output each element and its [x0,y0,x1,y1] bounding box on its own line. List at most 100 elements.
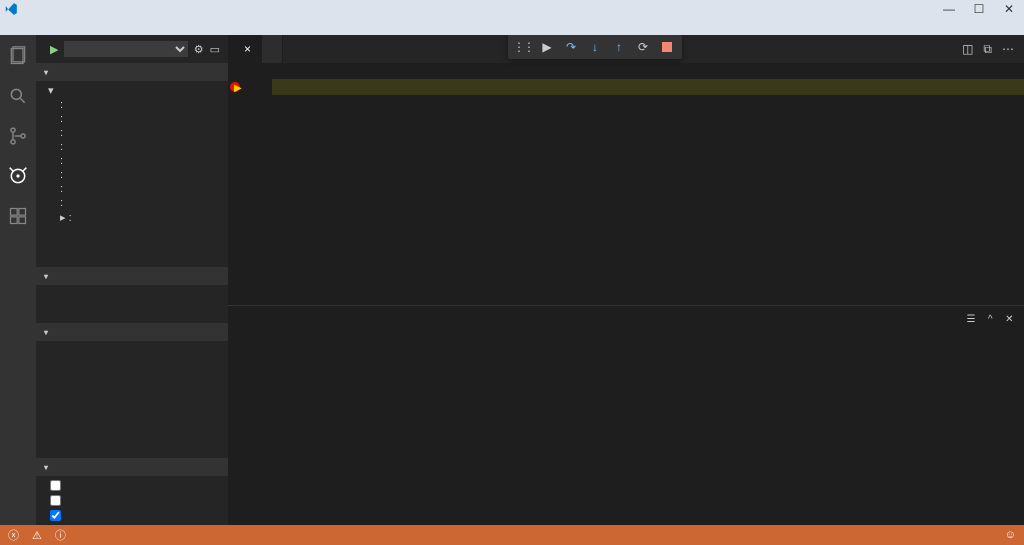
bottom-panel: ☰ ^ ✕ [228,305,1024,525]
vscode-logo-icon [4,2,18,16]
activity-bar [0,35,36,525]
status-right: ☺ [945,529,1016,541]
restart-button[interactable]: ⟳ [632,37,654,57]
breakpoints-section-header[interactable]: ▾ [36,458,228,476]
variable-row[interactable]: : [36,112,228,126]
close-icon[interactable]: × [244,42,251,56]
editor-body: ▶ ☰ ^ ✕ [228,63,1024,525]
step-out-button[interactable]: ↑ [608,37,630,57]
main-area: ▶ ⚙ ▭ ▾ ▾ : : : : : : : : ▸ : ▾ [0,35,1024,525]
feedback-icon[interactable]: ☺ [1005,529,1016,541]
status-info[interactable]: ⓘ [55,527,69,543]
editor-area: × ◫ ⧉ ⋯ ⋮⋮ ▶ ↷ ↓ ↑ ⟳ [228,35,1024,525]
debug-config-select[interactable] [64,41,187,57]
error-icon: ⓧ [8,527,19,543]
debug-toolbar[interactable]: ⋮⋮ ▶ ↷ ↓ ↑ ⟳ [508,35,682,59]
menu-help[interactable] [88,25,100,27]
variable-row[interactable]: : [36,182,228,196]
variables-body: ▾ : : : : : : : : ▸ : [36,81,228,227]
variable-row[interactable]: ▸ : [36,210,228,225]
chevron-right-icon: ▸ [60,212,69,224]
split-editor-icon[interactable]: ◫ [962,42,973,56]
call-stack-section-header[interactable]: ▾ [36,323,228,341]
step-over-button[interactable]: ↷ [560,37,582,57]
menu-edit[interactable] [18,25,30,27]
watch-section-header[interactable]: ▾ [36,267,228,285]
tab-launch-json[interactable] [262,35,283,63]
gear-icon[interactable]: ⚙ [194,43,204,56]
gutter: ▶ [228,63,272,111]
toolbar-grip-icon[interactable]: ⋮⋮ [512,37,534,57]
menu-view[interactable] [46,25,58,27]
menu-go[interactable] [60,25,72,27]
panel-filter-icon[interactable]: ☰ [966,314,975,325]
menu-debug[interactable] [74,25,86,27]
more-icon[interactable]: ⋯ [1002,42,1014,56]
continue-button[interactable]: ▶ [536,37,558,57]
variable-row[interactable]: : [36,126,228,140]
code-line[interactable] [272,95,1024,111]
breakpoints-body [36,476,228,525]
chevron-down-icon: ▾ [44,328,49,337]
chevron-down-icon: ▾ [44,68,49,77]
stack-frame[interactable] [36,343,228,347]
panel-actions: ☰ ^ ✕ [966,314,1014,325]
code-line[interactable] [272,79,1024,95]
variables-scope[interactable]: ▾ [36,83,228,98]
breakpoint-row[interactable] [36,508,228,523]
status-warnings[interactable]: ⚠ [32,529,45,542]
menubar [0,17,1024,35]
warning-icon: ⚠ [32,529,42,542]
code-lines[interactable] [272,63,1024,111]
variable-row[interactable]: : [36,154,228,168]
debug-header: ▶ ⚙ ▭ [36,35,228,63]
tab-sample-py[interactable]: × [228,35,262,63]
menu-file[interactable] [4,25,16,27]
panel-collapse-icon[interactable]: ^ [988,314,993,325]
code-line[interactable] [272,63,1024,79]
debug-icon[interactable] [7,165,29,187]
variable-row[interactable]: : [36,98,228,112]
code-editor[interactable]: ▶ [228,63,1024,111]
variable-row[interactable]: : [36,140,228,154]
debug-console-prompt[interactable] [228,521,1024,525]
breakpoint-checkbox[interactable] [50,510,61,521]
panel-tabs: ☰ ^ ✕ [228,306,1024,332]
maximize-button[interactable]: ☐ [972,2,986,16]
search-icon[interactable] [7,85,29,107]
breakpoint-checkbox[interactable] [50,495,61,506]
step-into-button[interactable]: ↓ [584,37,606,57]
chevron-down-icon: ▾ [44,463,49,472]
current-line-arrow-icon: ▶ [234,81,242,97]
source-control-icon[interactable] [7,125,29,147]
compare-icon[interactable]: ⧉ [983,42,992,57]
stop-button[interactable] [656,37,678,57]
breakpoint-row[interactable] [36,493,228,508]
breakpoint-checkbox[interactable] [50,480,61,491]
variables-section-header[interactable]: ▾ [36,63,228,81]
chevron-down-icon: ▾ [44,272,49,281]
line-number [228,63,258,79]
extensions-icon[interactable] [7,205,29,227]
minimize-button[interactable]: — [942,2,956,16]
editor-actions: ◫ ⧉ ⋯ [952,35,1024,63]
breakpoint-row[interactable] [36,478,228,493]
start-debug-button[interactable]: ▶ [50,43,58,56]
menu-selection[interactable] [32,25,44,27]
info-icon: ⓘ [55,527,66,543]
close-button[interactable]: ✕ [1002,2,1016,16]
panel-close-icon[interactable]: ✕ [1005,314,1014,325]
debug-console-body[interactable] [228,332,1024,521]
line-number [228,95,258,111]
call-stack-body [36,341,228,349]
variable-row[interactable]: : [36,168,228,182]
debug-console-icon[interactable]: ▭ [210,43,220,56]
status-bar: ⓧ ⚠ ⓘ ☺ [0,525,1024,545]
window-controls: — ☐ ✕ [942,2,1016,16]
explorer-icon[interactable] [7,45,29,67]
debug-sidebar: ▶ ⚙ ▭ ▾ ▾ : : : : : : : : ▸ : ▾ [36,35,228,525]
variable-row[interactable]: : [36,196,228,210]
status-errors[interactable]: ⓧ [8,527,22,543]
window-titlebar: — ☐ ✕ [0,0,1024,17]
chevron-down-icon: ▾ [48,85,54,97]
